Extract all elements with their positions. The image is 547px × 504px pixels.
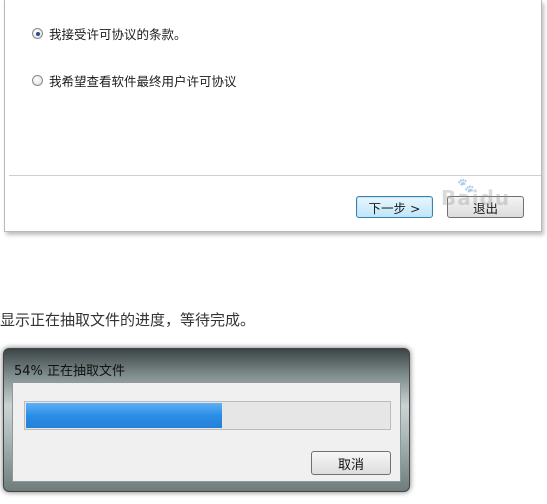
next-button[interactable]: 下一步 > [356, 196, 433, 218]
screenshot-root: 我接受许可协议的条款。 我希望查看软件最终用户许可协议 下一步 > 退出 🐾 B… [0, 0, 547, 504]
progress-window-body: 取消 [12, 382, 401, 482]
view-eula-option-label: 我希望查看软件最终用户许可协议 [49, 74, 237, 89]
license-dialog: 我接受许可协议的条款。 我希望查看软件最终用户许可协议 下一步 > 退出 🐾 B… [4, 0, 542, 232]
paw-icon: 🐾 [457, 178, 476, 194]
accept-radio[interactable] [32, 28, 43, 39]
accept-option-label: 我接受许可协议的条款。 [49, 27, 187, 42]
quit-button[interactable]: 退出 [447, 196, 524, 218]
view-eula-option[interactable]: 我希望查看软件最终用户许可协议 [32, 71, 237, 90]
view-eula-radio[interactable] [32, 75, 43, 86]
instruction-caption: 显示正在抽取文件的进度，等待完成。 [0, 311, 256, 329]
accept-option[interactable]: 我接受许可协议的条款。 [32, 24, 187, 43]
progress-window-title: 54% 正在抽取文件 [14, 364, 126, 379]
cancel-button[interactable]: 取消 [311, 451, 391, 475]
progress-bar-fill [26, 403, 222, 428]
extract-progress-window: 54% 正在抽取文件 取消 [3, 348, 410, 492]
progress-bar [24, 401, 391, 430]
dialog-separator [9, 175, 541, 177]
